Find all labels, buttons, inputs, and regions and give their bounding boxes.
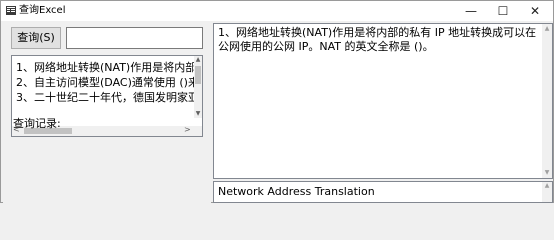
minimize-icon: —: [465, 4, 477, 18]
question-textarea[interactable]: 1、网络地址转换(NAT)作用是将内部的私有 IP 地址转换成可以在公网使用的公…: [213, 23, 553, 179]
query-input[interactable]: [66, 27, 203, 49]
close-button[interactable]: ✕: [521, 1, 549, 21]
scroll-up-icon[interactable]: ▲: [194, 56, 202, 63]
app-icon: [6, 6, 16, 15]
scroll-down-icon[interactable]: ▼: [194, 110, 202, 117]
answer-textarea[interactable]: Network Address Translation ▲: [213, 181, 553, 203]
list-item[interactable]: 1、网络地址转换(NAT)作用是将内部的: [16, 60, 194, 75]
list-vertical-scrollbar[interactable]: ▲ ▼: [194, 56, 202, 118]
list-item[interactable]: 3、二十世纪二十年代，德国发明家亚瑟: [16, 90, 194, 105]
window-title: 查询Excel: [19, 5, 66, 16]
answer-text: Network Address Translation: [218, 185, 375, 198]
maximize-button[interactable]: ☐: [489, 1, 517, 21]
minimize-button[interactable]: —: [457, 1, 485, 21]
title-bar[interactable]: 查询Excel — ☐ ✕: [1, 1, 553, 21]
question-text: 1、网络地址转换(NAT)作用是将内部的私有 IP 地址转换成可以在公网使用的公…: [218, 26, 537, 53]
query-button[interactable]: 查询(S): [11, 27, 61, 49]
maximize-icon: ☐: [497, 4, 509, 18]
scroll-down-icon[interactable]: ▼: [542, 169, 552, 176]
answer-vertical-scrollbar[interactable]: ▲: [542, 182, 552, 202]
query-record-label: 查询记录:: [13, 117, 61, 130]
question-vertical-scrollbar[interactable]: ▲ ▼: [542, 24, 552, 178]
list-item[interactable]: 2、自主访问模型(DAC)通常使用 ()来实: [16, 75, 194, 90]
close-icon: ✕: [529, 4, 541, 18]
list-vertical-scroll-thumb[interactable]: [195, 66, 201, 84]
main-window: 查询Excel — ☐ ✕ 查询(S) 1、网络地址转换(NAT)作用是将内部的…: [0, 0, 554, 203]
scroll-up-icon[interactable]: ▲: [542, 25, 552, 32]
left-pane: 查询(S) 1、网络地址转换(NAT)作用是将内部的 2、自主访问模型(DAC)…: [3, 23, 211, 203]
scroll-right-icon[interactable]: >: [184, 125, 191, 134]
scroll-up-icon[interactable]: ▲: [542, 182, 552, 189]
